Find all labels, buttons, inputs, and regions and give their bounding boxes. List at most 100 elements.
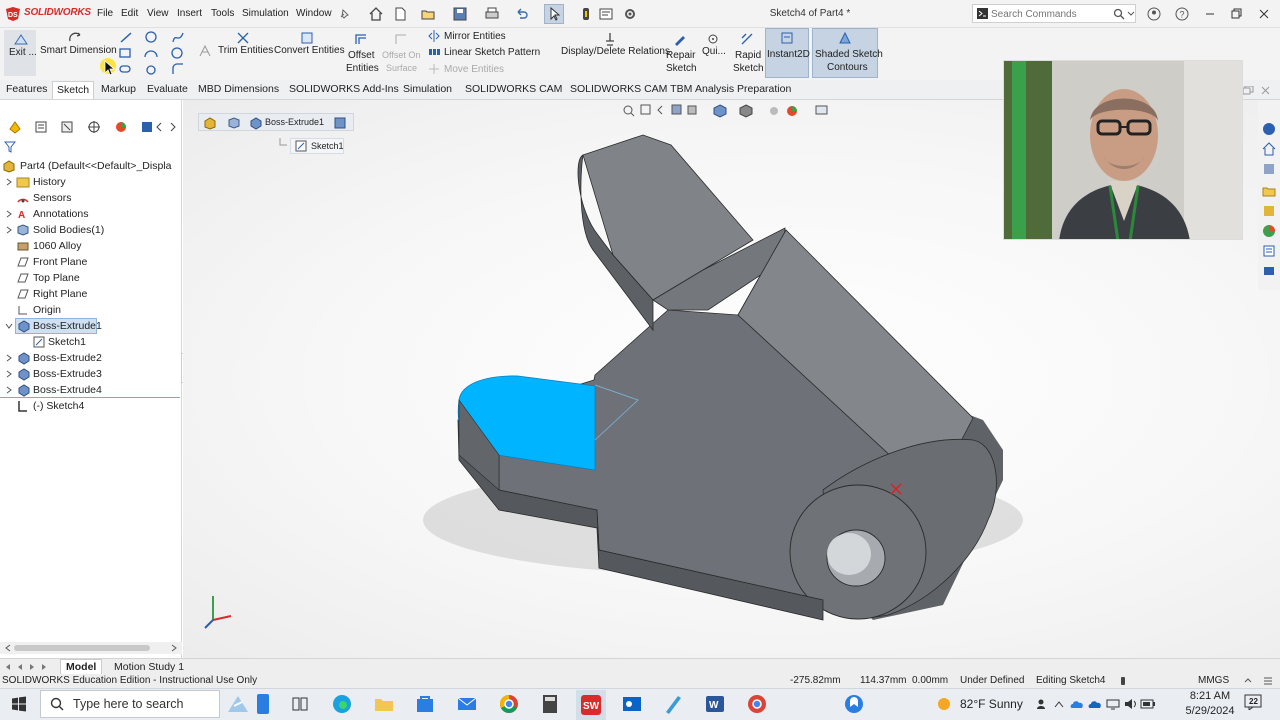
tab-mbd-dimensions[interactable]: MBD Dimensions (198, 83, 279, 95)
network-icon[interactable] (1106, 698, 1120, 710)
view-palette-icon[interactable] (1262, 204, 1276, 218)
task-view-icon[interactable] (288, 692, 312, 716)
tab-addins[interactable]: SOLIDWORKS Add-Ins (289, 83, 399, 95)
file-explorer-icon[interactable] (1262, 184, 1276, 198)
unit-system[interactable]: MMGS (1198, 675, 1229, 686)
tree-item-origin[interactable]: Origin (0, 302, 182, 318)
select-tool-button[interactable] (544, 4, 564, 24)
menu-tools[interactable]: Tools (211, 8, 234, 19)
tree-item-sketch4[interactable]: (-) Sketch4 (0, 398, 182, 414)
taskbar-search[interactable]: Type here to search (40, 690, 220, 718)
rebuild-icon[interactable] (578, 6, 594, 22)
tab-sketch[interactable]: Sketch (52, 81, 95, 99)
outlook-icon[interactable] (620, 692, 644, 716)
menu-edit[interactable]: Edit (121, 8, 138, 19)
viewport-restore-icon[interactable] (1242, 86, 1254, 96)
onedrive-icon[interactable] (1070, 698, 1084, 710)
exit-sketch-button[interactable]: Exit ... (4, 30, 37, 76)
tree-item-annotations[interactable]: A Annotations (0, 206, 182, 222)
breadcrumb-feature[interactable]: Boss-Extrude1 (265, 117, 324, 127)
microsoft-store-icon[interactable] (413, 692, 437, 716)
file-properties-icon[interactable] (598, 6, 614, 22)
part-icon[interactable] (203, 116, 217, 130)
feature-manager-icon[interactable] (8, 120, 22, 134)
breadcrumb-sketch1[interactable]: Sketch1 (290, 138, 344, 154)
tree-item-top-plane[interactable]: Top Plane (0, 270, 182, 286)
windows-start-icon[interactable] (11, 696, 27, 712)
tray-app-icon[interactable] (842, 692, 866, 716)
rapid-sketch-button[interactable]: Rapid Sketch (732, 30, 764, 76)
custom-properties-icon[interactable] (1262, 244, 1276, 258)
instant2d-button[interactable]: Instant2D (765, 28, 810, 78)
display-manager-icon[interactable] (114, 120, 128, 134)
tab-markup[interactable]: Markup (101, 83, 136, 95)
solidworks-logo[interactable]: DS SOLIDWORKS (4, 6, 91, 22)
sketch-icon[interactable] (333, 116, 347, 130)
clock-time[interactable]: 8:21 AM (1186, 690, 1234, 702)
clock-date[interactable]: 5/29/2024 (1182, 705, 1238, 717)
display-relations-button[interactable]: Display/Delete Relations (558, 30, 670, 76)
rebuild-status-icon[interactable] (1118, 676, 1128, 686)
restore-icon[interactable] (1228, 6, 1244, 22)
tab-cam-tbm[interactable]: SOLIDWORKS CAM TBM (570, 83, 692, 95)
weather-sun-icon[interactable] (934, 694, 954, 714)
notification-center[interactable]: 22 (1244, 694, 1266, 714)
cam-manager-icon[interactable] (140, 120, 154, 134)
linear-pattern-button[interactable]: Linear Sketch Pattern (426, 46, 554, 60)
tree-item-solid-bodies[interactable]: Solid Bodies(1) (0, 222, 182, 238)
chevron-up-icon[interactable] (1054, 700, 1064, 708)
mirror-entities-button[interactable]: Mirror Entities (426, 30, 554, 44)
print-icon[interactable] (484, 6, 500, 22)
menu-file[interactable]: File (97, 8, 113, 19)
home-icon[interactable] (368, 6, 384, 22)
scroll-left-icon[interactable] (4, 644, 12, 652)
collapse-arrow-icon[interactable] (5, 322, 13, 330)
save-icon[interactable] (452, 6, 468, 22)
onedrive-personal-icon[interactable] (1088, 698, 1102, 710)
appearances-icon[interactable] (1262, 224, 1276, 238)
expand-arrow-icon[interactable] (5, 210, 13, 218)
scroll-right-icon[interactable] (170, 644, 178, 652)
configuration-manager-icon[interactable] (60, 120, 74, 134)
search-highlight-icon[interactable] (224, 692, 254, 716)
tab-simulation[interactable]: Simulation (403, 83, 452, 95)
help-icon[interactable]: ? (1174, 6, 1190, 22)
close-icon[interactable] (1256, 6, 1272, 22)
word-icon[interactable]: W (703, 692, 727, 716)
tab-features[interactable]: Features (6, 83, 47, 95)
text-icon[interactable] (198, 44, 212, 58)
chrome-profile-icon[interactable] (745, 692, 769, 716)
tree-item-right-plane[interactable]: Right Plane (0, 286, 182, 302)
solidworks-resources-icon[interactable] (1262, 122, 1276, 136)
tree-item-sensors[interactable]: Sensors (0, 190, 182, 206)
chevron-right-icon[interactable] (169, 122, 177, 132)
tab-navigation-icon[interactable] (4, 662, 54, 672)
chrome-icon[interactable] (497, 692, 521, 716)
offset-entities-button[interactable]: Offset Entities (344, 30, 379, 76)
expand-arrow-icon[interactable] (5, 354, 13, 362)
dimxpert-icon[interactable] (87, 120, 101, 134)
repair-sketch-button[interactable]: Repair Sketch (664, 30, 697, 76)
home-tab-icon[interactable] (1262, 142, 1276, 156)
search-commands-input[interactable] (991, 7, 1111, 21)
menu-insert[interactable]: Insert (177, 8, 202, 19)
viewport-close-icon[interactable] (1260, 86, 1272, 96)
options-gear-icon[interactable] (622, 6, 638, 22)
search-commands[interactable] (972, 4, 1136, 23)
design-library-icon[interactable] (1262, 162, 1276, 176)
quick-snaps-button[interactable]: Qui... (700, 30, 728, 76)
tree-item-boss-extrude3[interactable]: Boss-Extrude3 (0, 366, 182, 382)
tree-item-boss-extrude4[interactable]: Boss-Extrude4 (0, 382, 182, 398)
tab-model[interactable]: Model (60, 659, 102, 675)
solidworks-taskbar-button[interactable]: SW (576, 690, 606, 720)
chevron-up-icon[interactable] (1244, 677, 1252, 683)
tree-item-sketch1[interactable]: Sketch1 (0, 334, 182, 350)
tab-analysis-preparation[interactable]: Analysis Preparation (695, 83, 791, 95)
search-icon[interactable] (1113, 8, 1125, 20)
solid-body-icon[interactable] (227, 116, 241, 130)
new-document-icon[interactable] (392, 6, 408, 22)
property-manager-icon[interactable] (34, 120, 48, 134)
menu-window[interactable]: Window (296, 8, 332, 19)
customize-icon[interactable] (1262, 676, 1274, 686)
weather-text[interactable]: 82°F Sunny (960, 697, 1023, 711)
